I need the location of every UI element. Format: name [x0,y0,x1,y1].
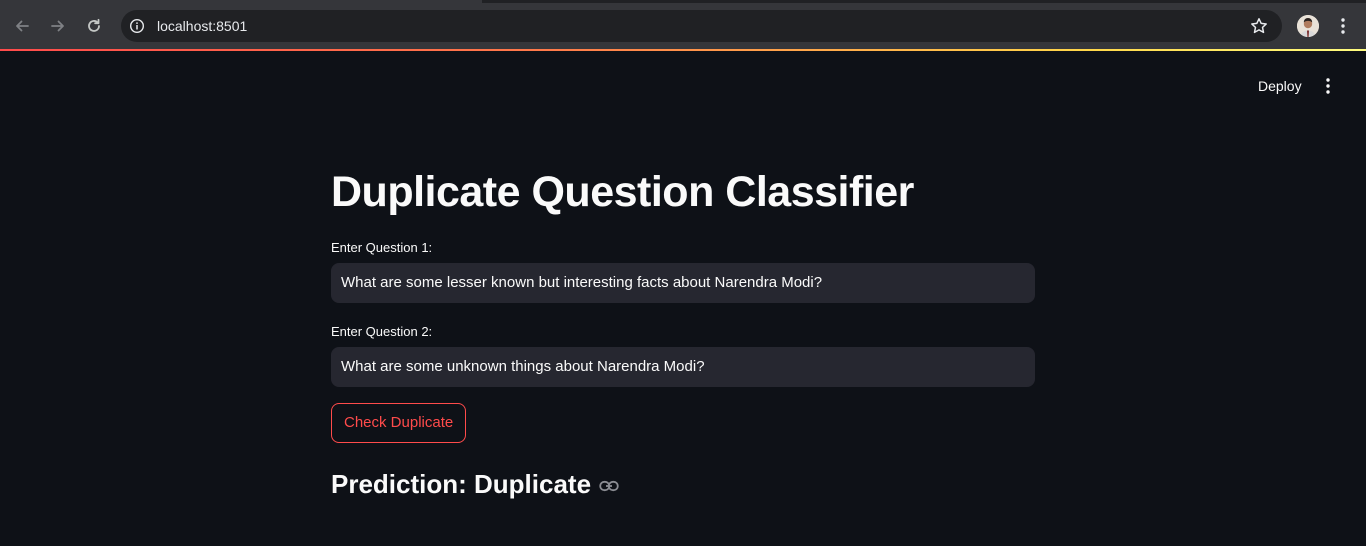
profile-avatar-icon [1297,15,1319,37]
question-2-label: Enter Question 2: [331,324,433,339]
question-1-label: Enter Question 1: [331,240,433,255]
arrow-right-icon [51,20,64,32]
forward-button[interactable] [45,13,71,39]
check-duplicate-button[interactable]: Check Duplicate [331,403,467,443]
arrow-left-icon [16,20,29,32]
avatar[interactable] [1297,15,1319,37]
question-2-input[interactable]: What are some unknown things about Naren… [331,347,1035,387]
star-icon[interactable] [1250,17,1268,35]
tab-strip [482,0,1366,3]
link-icon[interactable] [599,480,619,492]
reload-icon [88,18,100,32]
prediction-heading: Prediction: Duplicate [331,466,619,502]
question-1-input[interactable]: What are some lesser known but interesti… [331,263,1035,303]
back-button[interactable] [9,13,35,39]
kebab-menu-icon [1341,18,1345,34]
page-title: Duplicate Question Classifier [331,168,914,216]
deploy-button[interactable]: Deploy [1248,74,1312,98]
url-text[interactable]: localhost:8501 [157,18,247,34]
address-bar[interactable]: localhost:8501 [121,10,1282,42]
browser-menu-button[interactable] [1331,16,1355,36]
prediction-text: Prediction: Duplicate [331,469,592,499]
reload-button[interactable] [81,13,107,39]
kebab-menu-icon [1326,78,1330,94]
app-menu-button[interactable] [1316,74,1340,98]
browser-toolbar: localhost:8501 [0,0,1366,50]
info-icon[interactable] [129,18,145,34]
app-decoration-bar [0,49,1366,51]
